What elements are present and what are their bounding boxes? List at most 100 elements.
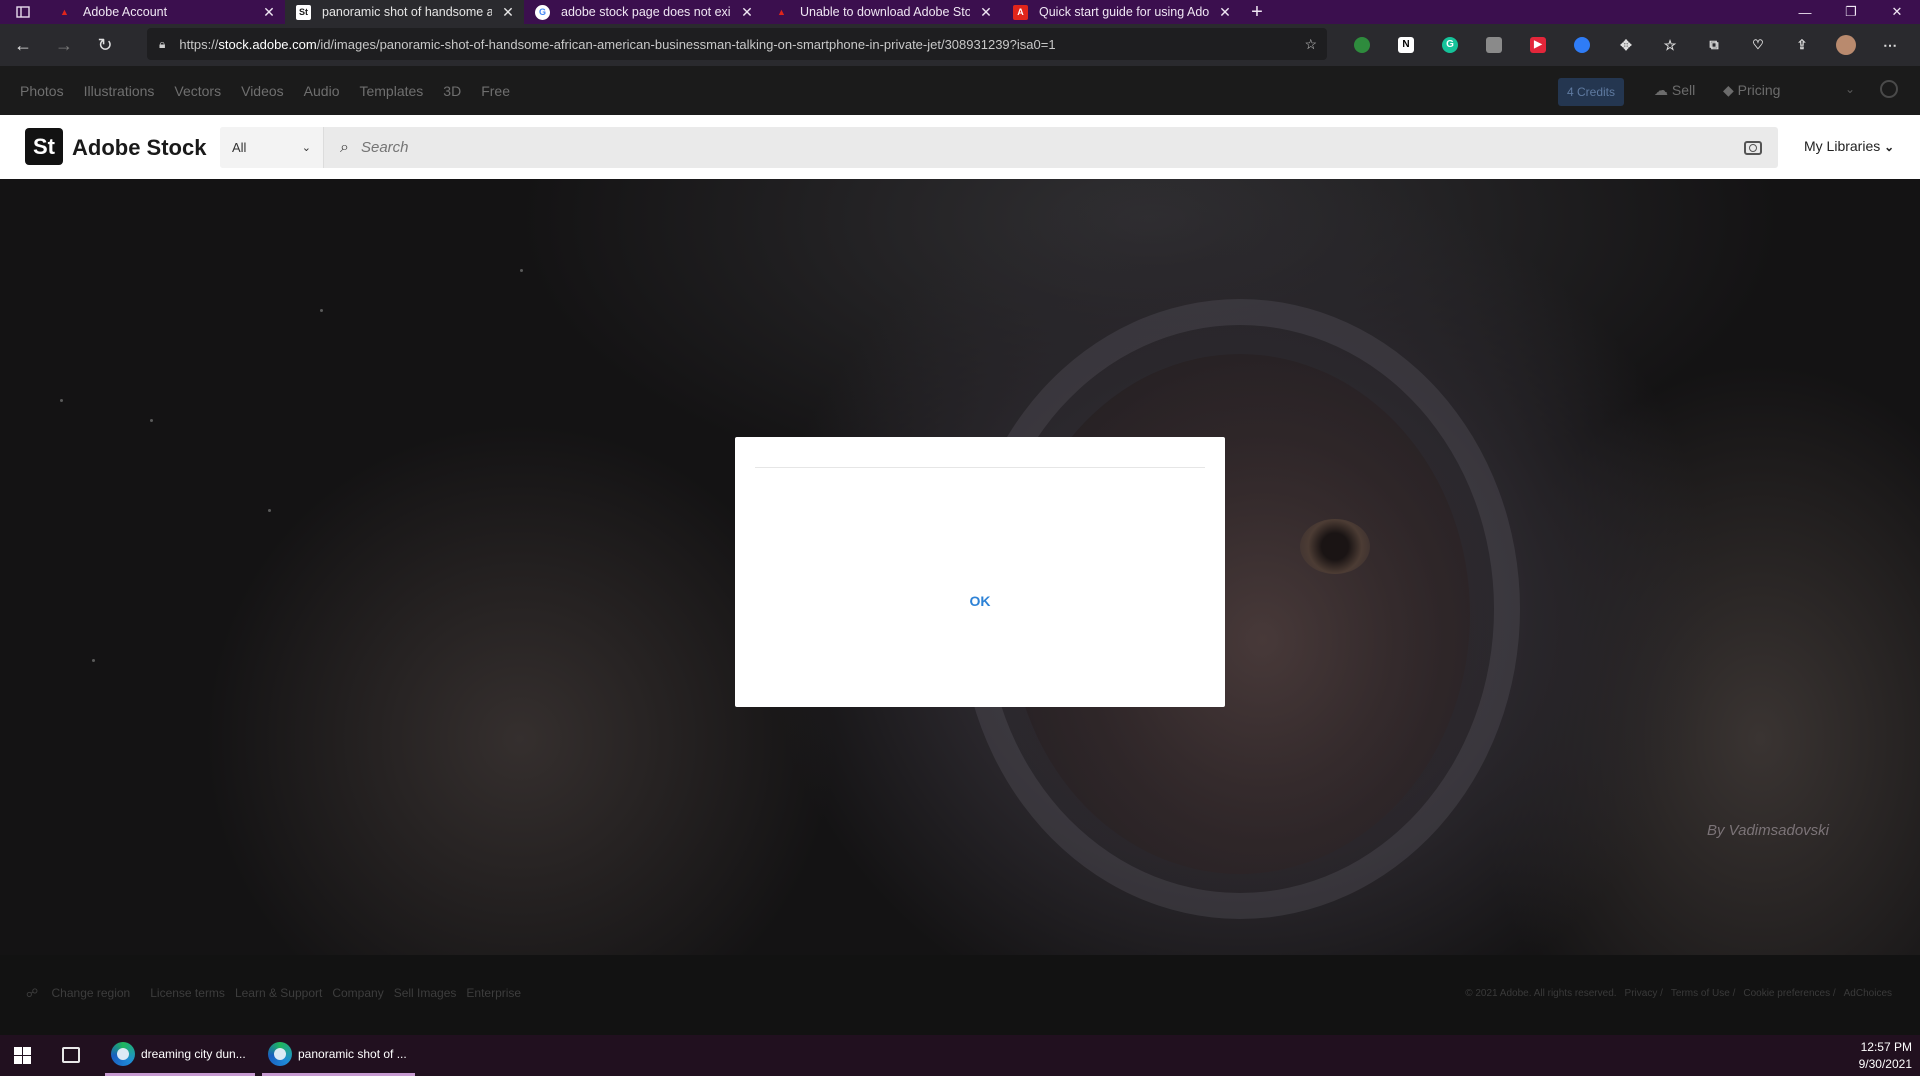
- nav-templates[interactable]: Templates: [359, 83, 423, 99]
- copyright-text: © 2021 Adobe. All rights reserved.: [1465, 988, 1617, 999]
- add-favorite-icon[interactable]: ☆: [1304, 36, 1317, 53]
- nav-3d[interactable]: 3D: [443, 83, 461, 99]
- close-window-icon[interactable]: ✕: [1874, 0, 1920, 24]
- star-dot: [60, 399, 63, 402]
- windows-taskbar: dreaming city dun... panoramic shot of .…: [0, 1035, 1920, 1076]
- chevron-down-icon: ⌄: [1884, 140, 1895, 154]
- search-header: St Adobe Stock All ⌄ ⌕ My Libraries ⌄: [0, 115, 1920, 179]
- footer-company[interactable]: Company: [332, 986, 383, 1000]
- dialog-divider: [755, 467, 1205, 468]
- tab-adobe-help[interactable]: A Quick start guide for using Adob ✕: [1002, 0, 1241, 24]
- footer-change-region-label: Change region: [51, 986, 131, 1000]
- nav-videos[interactable]: Videos: [241, 83, 284, 99]
- edge-icon: [111, 1042, 135, 1066]
- collections-icon[interactable]: ⧉: [1692, 32, 1736, 58]
- extensions-bar: N G ▶ ✥ ☆ ⧉ ♡ ⇪ ⋯: [1340, 32, 1912, 58]
- refresh-icon[interactable]: ↻: [87, 29, 123, 61]
- edge-icon: [268, 1042, 292, 1066]
- star-dot: [520, 269, 523, 272]
- extension-notion-icon[interactable]: N: [1384, 32, 1428, 58]
- search-icon: ⌕: [340, 138, 349, 156]
- my-libraries-button[interactable]: My Libraries ⌄: [1804, 138, 1894, 154]
- task-view-icon[interactable]: [62, 1047, 80, 1063]
- extension-gray-icon[interactable]: [1472, 32, 1516, 58]
- windows-start-icon[interactable]: [14, 1047, 31, 1064]
- extensions-puzzle-icon[interactable]: ✥: [1604, 32, 1648, 58]
- address-bar[interactable]: 🔒︎ https://stock.adobe.com/id/images/pan…: [147, 28, 1327, 60]
- tab-actions-icon[interactable]: [0, 0, 46, 24]
- browser-tab-strip: ▲ Adobe Account ✕ St panoramic shot of h…: [0, 0, 1920, 24]
- star-dot: [320, 309, 323, 312]
- cat-eye: [1300, 519, 1370, 574]
- tab-adobe-account[interactable]: ▲ Adobe Account ✕: [46, 0, 285, 24]
- nav-vectors[interactable]: Vectors: [174, 83, 221, 99]
- close-tab-icon[interactable]: ✕: [739, 4, 755, 21]
- share-icon[interactable]: ⇪: [1780, 32, 1824, 58]
- adobe-stock-wordmark[interactable]: Adobe Stock: [72, 135, 206, 161]
- window-controls: — ❐ ✕: [1782, 0, 1920, 24]
- footer-license-terms[interactable]: License terms: [150, 986, 225, 1000]
- grammarly-icon[interactable]: G: [1428, 32, 1472, 58]
- footer-sell-images[interactable]: Sell Images: [394, 986, 457, 1000]
- footer-cookie-preferences[interactable]: Cookie preferences /: [1743, 988, 1835, 999]
- nav-photos[interactable]: Photos: [20, 83, 64, 99]
- close-tab-icon[interactable]: ✕: [261, 4, 277, 21]
- credits-button[interactable]: 4 Credits: [1558, 78, 1624, 106]
- new-tab-button[interactable]: +: [1241, 0, 1273, 24]
- star-dot: [268, 509, 271, 512]
- page-footer: ☍ Change region License terms Learn & Su…: [0, 955, 1920, 1035]
- favorites-icon[interactable]: ☆: [1648, 32, 1692, 58]
- close-tab-icon[interactable]: ✕: [500, 4, 516, 21]
- adobe-icon: ▲: [777, 7, 786, 17]
- close-tab-icon[interactable]: ✕: [1217, 4, 1233, 21]
- image-credit: By Vadimsadovski: [1707, 822, 1829, 839]
- camera-search-icon[interactable]: [1744, 140, 1762, 155]
- search-scope-select[interactable]: All ⌄: [220, 127, 324, 168]
- minimize-icon[interactable]: —: [1782, 0, 1828, 24]
- chevron-down-icon[interactable]: ⌄: [1845, 82, 1855, 96]
- tag-icon: ◆: [1723, 82, 1738, 98]
- star-dot: [150, 419, 153, 422]
- extension-red-icon[interactable]: ▶: [1516, 32, 1560, 58]
- footer-learn-support[interactable]: Learn & Support: [235, 986, 322, 1000]
- search-scope-value: All: [232, 140, 247, 155]
- footer-terms[interactable]: Terms of Use /: [1671, 988, 1735, 999]
- adobe-red-icon: A: [1013, 4, 1028, 20]
- footer-privacy[interactable]: Privacy /: [1625, 988, 1663, 999]
- pricing-label: Pricing: [1737, 82, 1781, 98]
- forward-icon[interactable]: →: [46, 29, 82, 61]
- ok-button[interactable]: OK: [735, 593, 1225, 609]
- pricing-link[interactable]: ◆ Pricing: [1723, 82, 1780, 99]
- tab-google-search[interactable]: G adobe stock page does not exist ✕: [524, 0, 763, 24]
- extension-blue-icon[interactable]: [1560, 32, 1604, 58]
- more-options-icon[interactable]: ⋯: [1868, 32, 1912, 58]
- close-tab-icon[interactable]: ✕: [978, 4, 994, 21]
- nav-free[interactable]: Free: [481, 83, 510, 99]
- system-clock[interactable]: 12:57 PM 9/30/2021: [1859, 1039, 1912, 1073]
- taskbar-app-edge-2[interactable]: panoramic shot of ...: [262, 1035, 415, 1076]
- extension-green-icon[interactable]: [1340, 32, 1384, 58]
- browser-essentials-icon[interactable]: ♡: [1736, 32, 1780, 58]
- restore-icon[interactable]: ❐: [1828, 0, 1874, 24]
- back-icon[interactable]: ←: [5, 29, 41, 61]
- taskbar-app-edge-1[interactable]: dreaming city dun...: [105, 1035, 255, 1076]
- nav-illustrations[interactable]: Illustrations: [84, 83, 155, 99]
- sell-link[interactable]: ☁ Sell: [1654, 82, 1695, 99]
- footer-enterprise[interactable]: Enterprise: [466, 986, 521, 1000]
- category-nav: Photos Illustrations Vectors Videos Audi…: [0, 66, 1920, 115]
- footer-change-region[interactable]: ☍ Change region: [26, 986, 140, 1000]
- tab-adobe-stock-image[interactable]: St panoramic shot of handsome afr ✕: [285, 0, 524, 24]
- creative-cloud-icon[interactable]: [1880, 80, 1898, 98]
- sell-label: Sell: [1671, 82, 1696, 98]
- cloud-upload-icon: ☁: [1654, 82, 1672, 98]
- clock-time: 12:57 PM: [1860, 1040, 1912, 1054]
- tab-adobe-community[interactable]: ▲ Unable to download Adobe Stoc ✕: [763, 0, 1002, 24]
- nav-audio[interactable]: Audio: [304, 83, 340, 99]
- url-path: /id/images/panoramic-shot-of-handsome-af…: [316, 36, 1056, 52]
- lock-icon[interactable]: 🔒︎: [159, 37, 165, 52]
- search-input[interactable]: [360, 139, 1744, 156]
- error-dialog: OK: [735, 437, 1225, 707]
- profile-avatar[interactable]: [1824, 32, 1868, 58]
- footer-adchoices[interactable]: AdChoices: [1844, 988, 1892, 999]
- adobe-stock-logo[interactable]: St: [25, 128, 63, 165]
